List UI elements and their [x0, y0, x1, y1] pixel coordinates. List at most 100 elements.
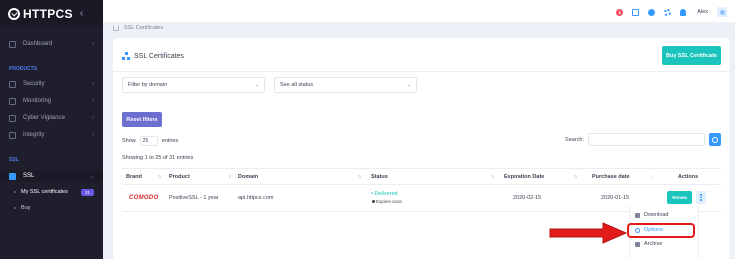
logo-row: HTTPCS ‹ [0, 0, 103, 27]
sidebar-item-label: Cyber Vigilance [23, 115, 65, 121]
search-input[interactable] [588, 133, 705, 146]
cell-product: PositiveSSL - 1 year [169, 195, 219, 201]
search-label: Search: [565, 136, 584, 143]
monitor-icon [9, 97, 16, 105]
sidebar-subitem-buy[interactable]: Buy [0, 203, 103, 213]
archive-icon [635, 241, 640, 247]
sort-icon[interactable]: ⇅ [491, 174, 494, 179]
cell-purchase-date: 2020-01-15 [601, 195, 630, 201]
support-icon[interactable] [648, 8, 656, 16]
sidebar-item-label: Dashboard [23, 41, 53, 47]
reset-filters-button[interactable]: Reset filters [122, 112, 162, 127]
filter-status-select[interactable]: See all status ⌄ [274, 77, 417, 93]
filter-status-value: See all status [280, 82, 314, 88]
eye-icon [9, 114, 16, 122]
sidebar-item-security[interactable]: Security › [0, 78, 103, 90]
sidebar-item-dashboard[interactable]: Dashboard › [0, 38, 103, 50]
table-info: Showing 1 to 25 of 31 entries [122, 155, 194, 161]
bell-icon[interactable] [680, 8, 687, 16]
bullet-icon [14, 191, 16, 193]
more-actions-icon[interactable] [696, 191, 706, 204]
lock-icon [9, 172, 16, 180]
column-header-status[interactable]: Status [371, 174, 388, 180]
sidebar-item-label: Security [23, 81, 45, 87]
annotation-highlight [627, 223, 695, 238]
dashboard-icon [9, 40, 16, 48]
collapse-sidebar-button[interactable]: ‹ [80, 8, 83, 19]
status-note-text: Expires soon [376, 199, 403, 204]
chevron-right-icon: › [92, 81, 94, 87]
annotation-arrow-icon [549, 222, 627, 244]
column-header-brand[interactable]: Brand [126, 174, 142, 180]
breadcrumb: SSL Certificates [113, 25, 163, 31]
shield-icon [9, 80, 16, 88]
menu-item-archive[interactable]: Archive [635, 241, 662, 247]
menu-item-label: Archive [644, 241, 663, 247]
sidebar-item-label: Integrity [23, 132, 45, 138]
brand-comodo-logo: COMODO [129, 195, 159, 201]
sort-icon[interactable]: ⇅ [574, 174, 577, 179]
user-name[interactable]: Alex [697, 9, 708, 15]
menu-item-download[interactable]: Download [635, 212, 668, 218]
sort-desc-icon[interactable]: ⇣ [650, 174, 653, 179]
column-header-expiration-date[interactable]: Expiration Date [504, 174, 544, 180]
notification-alert-icon[interactable]: 1 [616, 8, 624, 16]
cell-domain: api.httpcs.com [238, 195, 274, 201]
chevron-right-icon: › [92, 41, 94, 47]
sidebar-subitem-label: My SSL certificates [21, 189, 68, 195]
settings-gear-icon[interactable] [664, 8, 672, 16]
bullet-icon [14, 207, 16, 209]
sidebar-item-label: SSL [23, 173, 35, 179]
chevron-down-icon: ⌄ [254, 82, 259, 88]
cell-expiration-date: 2020-02-15 [513, 195, 542, 201]
breadcrumb-item[interactable]: SSL Certificates [124, 25, 163, 31]
topbar-icons: 1 Alex [616, 7, 727, 17]
buy-ssl-certificate-button[interactable]: Buy SSL Certificate [662, 46, 721, 65]
show-label: Show [122, 138, 136, 144]
sidebar-subitem-my-ssl-certificates[interactable]: My SSL certificates 31 [0, 187, 103, 197]
integrity-icon [9, 131, 16, 139]
chevron-right-icon: › [92, 115, 94, 121]
chevron-right-icon: › [92, 132, 94, 138]
divider [113, 71, 730, 72]
sort-icon[interactable]: ⇅ [358, 174, 361, 179]
sidebar-item-ssl[interactable]: SSL ⌄ [0, 170, 103, 182]
avatar[interactable] [717, 7, 727, 17]
sitemap-icon [122, 52, 130, 60]
table-search: Search: [565, 133, 721, 146]
sidebar: HTTPCS ‹ Dashboard › PRODUCTS Security ›… [0, 0, 103, 259]
page-title-text: SSL Certificates [134, 52, 184, 60]
menu-item-label: Download [644, 212, 669, 218]
chevron-down-icon: ⌄ [88, 173, 94, 180]
status-badge: • Delivered [371, 191, 398, 197]
clock-icon [372, 200, 375, 203]
renew-button[interactable]: Renew [667, 191, 692, 204]
status-note: Expires soon [372, 199, 402, 204]
column-header-domain[interactable]: Domain [238, 174, 258, 180]
search-icon[interactable] [709, 133, 721, 146]
column-header-product[interactable]: Product [169, 174, 190, 180]
sidebar-item-integrity[interactable]: Integrity › [0, 129, 103, 141]
entries-per-page-select[interactable]: 25 [139, 136, 158, 146]
filter-domain-select[interactable]: Filter by domain ⌄ [122, 77, 265, 93]
page-title: SSL Certificates [122, 52, 184, 60]
sort-icon[interactable]: ⇅ [228, 174, 231, 179]
column-header-purchase-date[interactable]: Purchase date [592, 174, 630, 180]
logo-check-icon [8, 7, 20, 20]
sidebar-item-label: Monitoring [23, 98, 52, 104]
brand-logo-text: HTTPCS [23, 6, 73, 21]
table-header: Brand ⇅ Product ⇅ Domain ⇅ Status ⇅ Expi… [122, 168, 721, 185]
home-icon[interactable] [113, 25, 119, 31]
sort-icon[interactable]: ⇅ [158, 174, 161, 179]
filter-domain-value: Filter by domain [128, 82, 168, 88]
entries-label: entries [161, 138, 179, 144]
sidebar-item-monitoring[interactable]: Monitoring › [0, 95, 103, 107]
chevron-right-icon: › [92, 98, 94, 104]
certificate-count-badge: 31 [80, 189, 94, 196]
entries-length-control: Show 25 entries [122, 136, 178, 146]
sidebar-item-cyber-vigilance[interactable]: Cyber Vigilance › [0, 112, 103, 124]
entries-per-page-value: 25 [142, 138, 149, 144]
report-icon[interactable] [632, 8, 640, 16]
sidebar-subitem-label: Buy [21, 205, 31, 211]
download-icon [635, 212, 640, 218]
